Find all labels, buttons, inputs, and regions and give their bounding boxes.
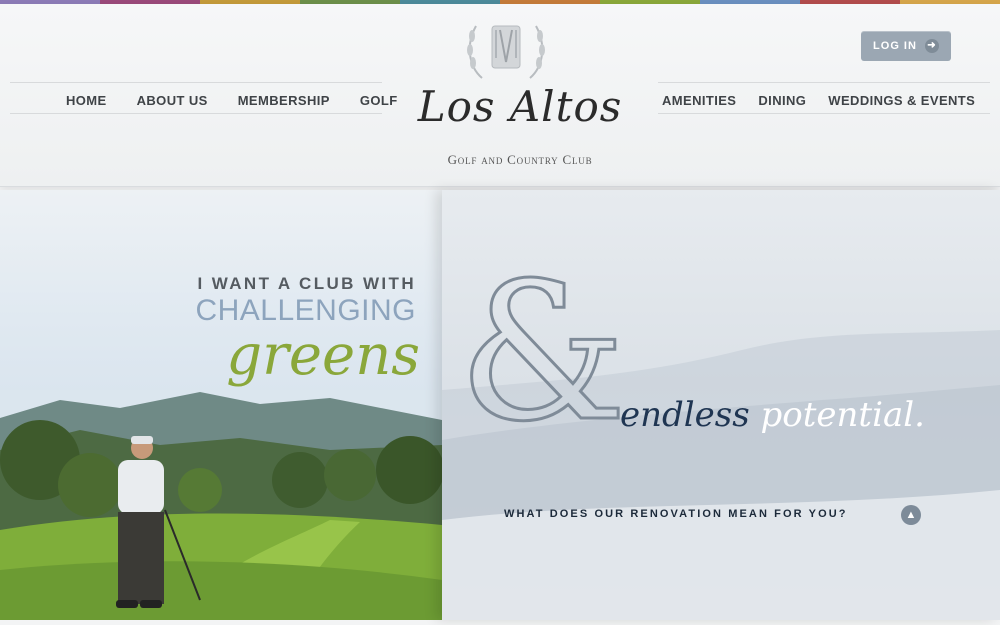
endless-potential-text: endless potential.: [620, 395, 925, 435]
endless-word: endless: [620, 395, 750, 435]
laurel-crest-icon: [467, 25, 545, 79]
nav-home[interactable]: HOME: [66, 93, 107, 108]
nav-about-us[interactable]: ABOUT US: [137, 93, 208, 108]
ampersand-glyph: &: [456, 242, 628, 463]
arrow-right-icon: ➜: [924, 39, 939, 53]
site-header: HOME ABOUT US MEMBERSHIP GOLF AMENITIES …: [0, 4, 1000, 187]
logo-subtitle: Golf and Country Club: [447, 152, 593, 167]
nav-left: HOME ABOUT US MEMBERSHIP GOLF: [66, 93, 398, 108]
logo-wordmark[interactable]: Los Altos: [384, 82, 656, 131]
potential-word: potential.: [760, 395, 925, 435]
golfer-photo: [0, 390, 442, 620]
renovation-cta-link[interactable]: WHAT DOES OUR RENOVATION MEAN FOR YOU?: [504, 508, 848, 520]
nav-right: AMENITIES DINING WEDDINGS & EVENTS: [662, 93, 975, 108]
chevron-up-icon[interactable]: ▲: [901, 505, 921, 525]
hero-line-1: I WANT A CLUB WITH: [197, 274, 416, 293]
nav-weddings-events[interactable]: WEDDINGS & EVENTS: [828, 93, 975, 108]
nav-dining[interactable]: DINING: [758, 93, 806, 108]
login-label: LOG IN: [873, 40, 917, 52]
nav-membership[interactable]: MEMBERSHIP: [238, 93, 330, 108]
login-button[interactable]: LOG IN ➜: [861, 31, 951, 61]
hero-line-3: greens: [226, 323, 420, 388]
nav-amenities[interactable]: AMENITIES: [662, 93, 736, 108]
